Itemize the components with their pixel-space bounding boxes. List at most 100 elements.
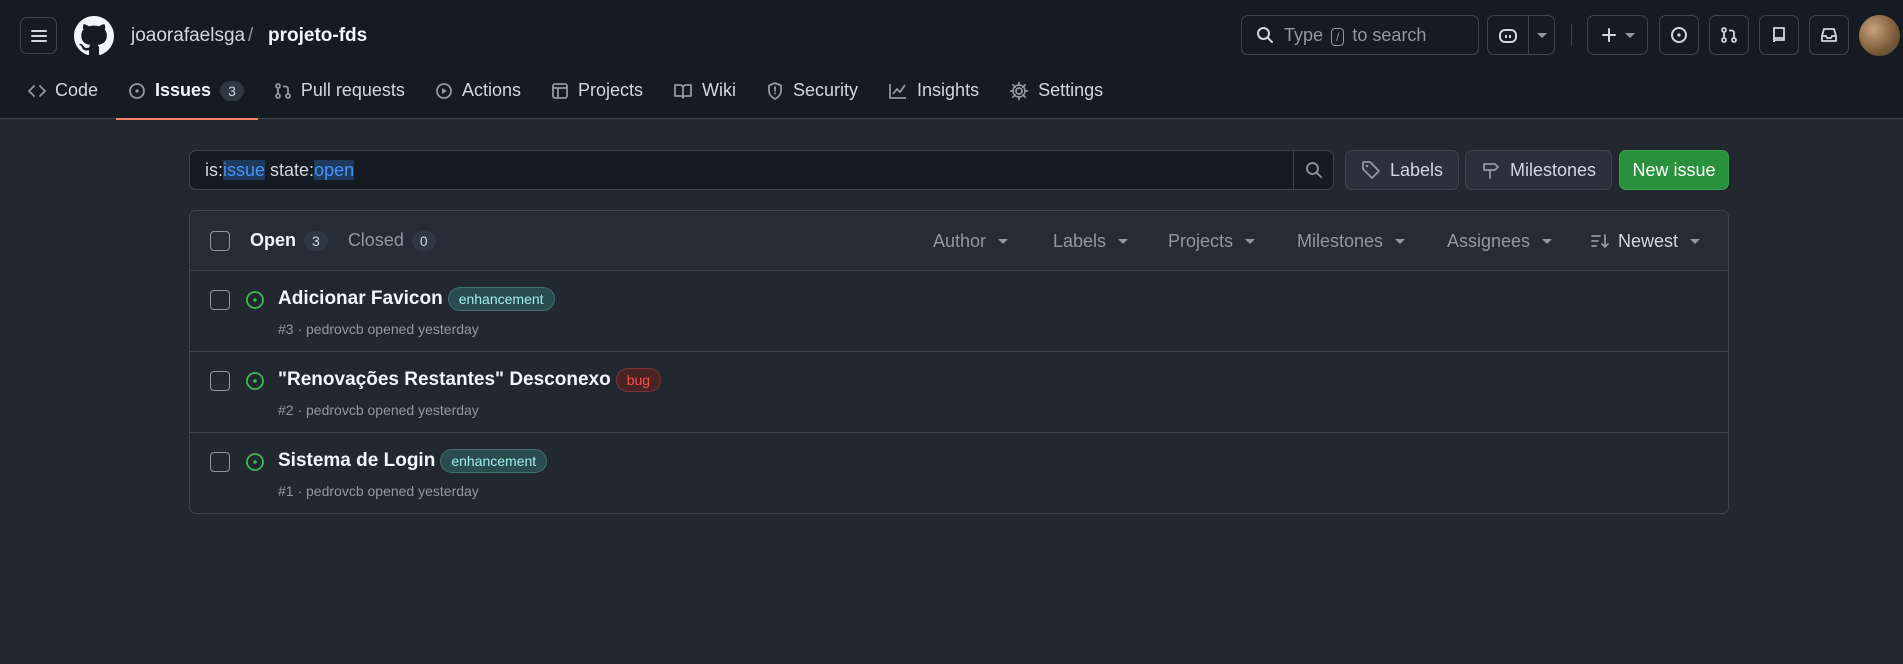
issue-meta: #2 · pedrovcb opened yesterday — [278, 402, 479, 418]
chevron-down-icon — [1118, 238, 1129, 244]
inbox-icon — [1821, 28, 1837, 42]
tab-security[interactable]: Security — [766, 74, 871, 119]
tab-label: Issues — [155, 80, 212, 100]
issues-filter-input[interactable]: is:issue state:open — [189, 150, 1334, 190]
issue-opened-icon — [1671, 27, 1687, 43]
user-avatar[interactable] — [1859, 15, 1900, 56]
closed-count-badge: 0 — [411, 230, 436, 251]
tab-label: Wiki — [702, 80, 736, 100]
open-filter-tab[interactable]: Open 3 — [250, 230, 328, 251]
milestone-icon — [1483, 163, 1499, 179]
copilot-dropdown-button[interactable] — [1529, 16, 1554, 54]
issues-list: Open 3 Closed 0 Author Labels Projects M… — [189, 210, 1729, 514]
tab-issues[interactable]: Issues 3 — [116, 74, 258, 120]
header-divider — [1571, 24, 1572, 46]
git-pull-request-icon — [1721, 27, 1737, 43]
issue-title-link[interactable]: Adicionar Favicon — [278, 288, 443, 310]
gear-icon — [1009, 81, 1029, 100]
labels-filter-menu[interactable]: Labels — [1053, 211, 1129, 271]
issue-meta: #1 · pedrovcb opened yesterday — [278, 483, 479, 499]
pull-requests-shortcut-button[interactable] — [1709, 15, 1749, 55]
issue-checkbox[interactable] — [210, 452, 230, 472]
issue-opened-icon — [246, 453, 264, 471]
select-all-checkbox[interactable] — [210, 230, 230, 251]
milestones-button[interactable]: Milestones — [1465, 150, 1613, 190]
chevron-down-icon — [1542, 238, 1553, 244]
tab-label: Actions — [461, 80, 521, 100]
issues-shortcut-button[interactable] — [1659, 15, 1699, 55]
global-search-input[interactable]: Type / to search — [1241, 15, 1479, 55]
issues-list-header: Open 3 Closed 0 Author Labels Projects M… — [190, 211, 1728, 271]
issue-title-link[interactable]: Sistema de Login — [278, 450, 435, 472]
chevron-down-icon — [998, 238, 1009, 244]
create-new-button[interactable] — [1587, 15, 1648, 55]
chevron-down-icon — [1395, 238, 1406, 244]
breadcrumb-separator: / — [248, 25, 254, 46]
tab-label: Pull requests — [300, 80, 405, 100]
copilot-button[interactable] — [1488, 16, 1529, 54]
tab-insights[interactable]: Insights — [888, 74, 992, 119]
issues-count-badge: 3 — [220, 80, 244, 101]
sort-menu[interactable]: Newest — [1590, 211, 1701, 271]
breadcrumb-owner[interactable]: joaorafaelsga — [131, 25, 245, 47]
tab-label: Projects — [577, 80, 643, 100]
tab-label: Settings — [1038, 80, 1104, 100]
issue-meta: #3 · pedrovcb opened yesterday — [278, 321, 479, 337]
filter-query: is:issue state:open — [205, 159, 355, 180]
closed-filter-tab[interactable]: Closed 0 — [348, 230, 436, 251]
assignees-filter-menu[interactable]: Assignees — [1447, 211, 1553, 271]
issue-opened-icon — [246, 372, 264, 390]
issue-opened-icon — [246, 291, 264, 309]
table-row[interactable]: "Renovações Restantes" Desconexo bug #2 · … — [190, 352, 1728, 433]
menu-button[interactable] — [20, 17, 57, 54]
copilot-icon — [1499, 29, 1517, 43]
tab-code[interactable]: Code — [28, 74, 111, 119]
repo-tabs: Code Issues 3 Pull requests Actions Proj… — [28, 74, 1133, 120]
hamburger-icon — [30, 29, 47, 42]
search-icon — [1305, 162, 1322, 178]
issue-label[interactable]: bug — [615, 368, 662, 392]
projects-filter-menu[interactable]: Projects — [1168, 211, 1256, 271]
chevron-down-icon — [1690, 238, 1701, 244]
tab-label: Insights — [917, 80, 980, 100]
search-placeholder: Type / to search — [1284, 24, 1427, 46]
graph-icon — [889, 83, 907, 99]
table-row[interactable]: Adicionar Favicon enhancement #3 · pedrovc… — [190, 271, 1728, 352]
issue-label[interactable]: enhancement — [440, 449, 548, 473]
inbox-button[interactable] — [1809, 15, 1849, 55]
search-icon — [1257, 27, 1273, 43]
tab-projects[interactable]: Projects — [551, 74, 656, 119]
chevron-down-icon — [1536, 32, 1547, 38]
issue-title-link[interactable]: "Renovações Restantes" Desconexo — [278, 369, 611, 391]
tab-label: Code — [55, 80, 99, 100]
new-issue-button[interactable]: New issue — [1619, 150, 1729, 190]
play-icon — [436, 82, 452, 99]
issue-checkbox[interactable] — [210, 371, 230, 391]
breadcrumb-repo[interactable]: projeto-fds — [268, 25, 367, 47]
tab-actions[interactable]: Actions — [435, 74, 534, 119]
tab-label: Security — [793, 80, 859, 100]
issue-rows: Adicionar Favicon enhancement #3 · pedrovc… — [190, 271, 1728, 514]
repositories-shortcut-button[interactable] — [1759, 15, 1799, 55]
filter-search-button[interactable] — [1293, 151, 1333, 189]
sort-desc-icon — [1591, 234, 1609, 248]
author-filter-menu[interactable]: Author — [933, 211, 1009, 271]
git-pull-request-icon — [274, 82, 291, 99]
issue-checkbox[interactable] — [210, 290, 230, 310]
issue-label[interactable]: enhancement — [447, 287, 555, 311]
table-row[interactable]: Sistema de Login enhancement #1 · pedrovcb… — [190, 433, 1728, 514]
milestones-filter-menu[interactable]: Milestones — [1297, 211, 1406, 271]
issue-opened-icon — [129, 82, 145, 99]
table-icon — [552, 82, 568, 99]
code-icon — [28, 84, 46, 97]
tab-pull-requests[interactable]: Pull requests — [274, 74, 418, 119]
tab-settings[interactable]: Settings — [1009, 74, 1116, 119]
github-logo-icon[interactable] — [74, 16, 114, 56]
labels-button[interactable]: Labels — [1345, 150, 1460, 190]
tab-wiki[interactable]: Wiki — [673, 74, 749, 119]
copilot-button-group — [1487, 15, 1555, 55]
global-header: joaorafaelsga / projeto-fds Type / to se… — [0, 0, 1903, 120]
tag-icon — [1362, 161, 1380, 179]
chevron-down-icon — [1245, 238, 1256, 244]
plus-icon — [1601, 28, 1616, 42]
